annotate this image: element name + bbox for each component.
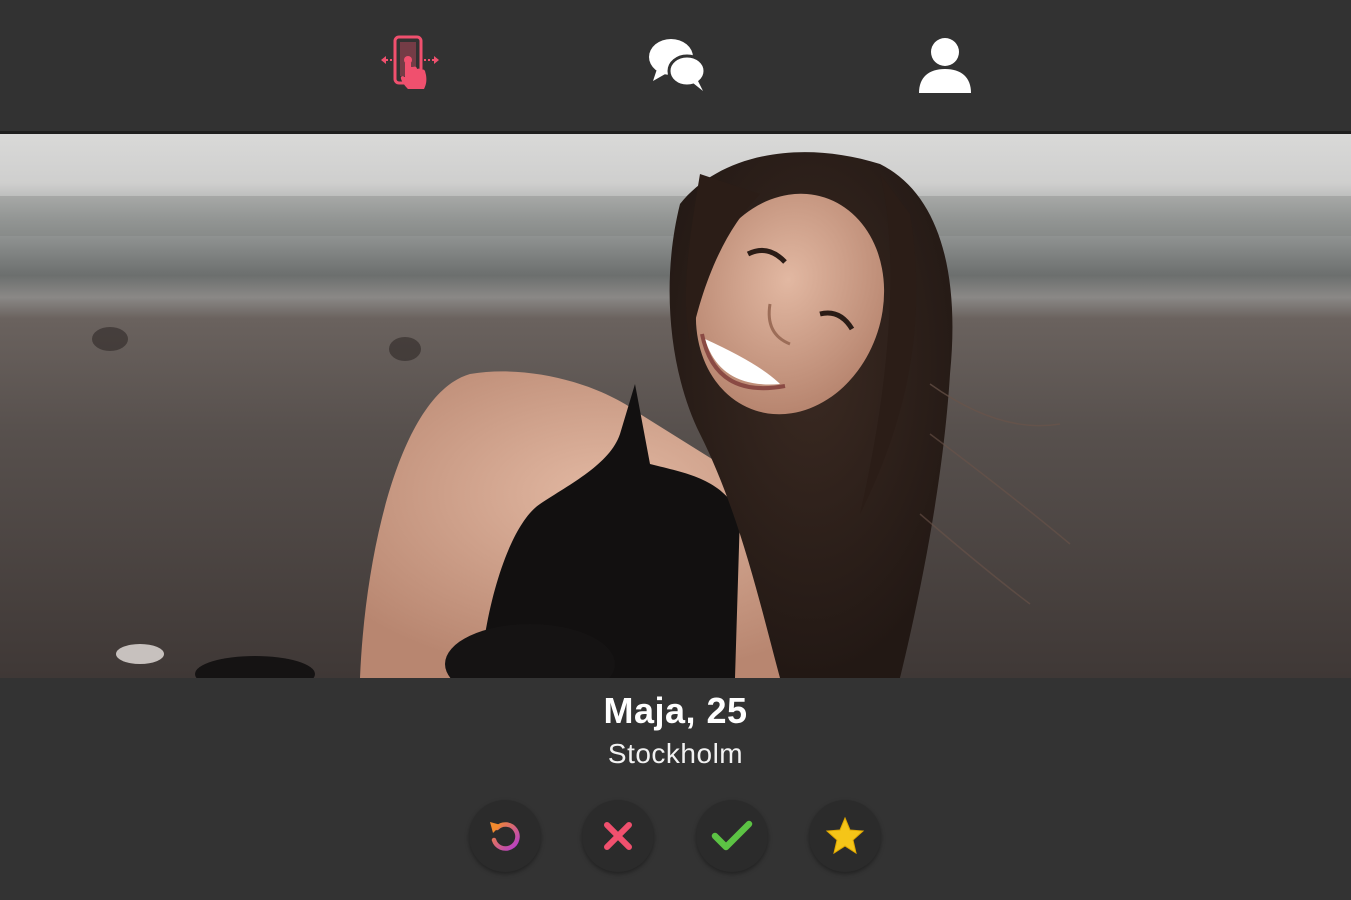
nav-swipe-button[interactable] xyxy=(378,33,442,97)
top-navigation-bar xyxy=(0,0,1351,131)
undo-icon xyxy=(490,822,520,851)
profile-photo-image xyxy=(0,134,1351,678)
undo-button[interactable] xyxy=(469,800,541,872)
app-window: Maja, 25 Stockholm xyxy=(0,0,1351,900)
swipe-phone-icon xyxy=(381,35,439,89)
chat-bubbles-icon xyxy=(649,39,707,91)
nope-button[interactable] xyxy=(582,800,654,872)
super-like-button[interactable] xyxy=(809,800,881,872)
profile-photo[interactable] xyxy=(0,134,1351,678)
nav-chat-button[interactable] xyxy=(645,33,709,97)
nav-profile-button[interactable] xyxy=(913,33,977,97)
profile-city: Stockholm xyxy=(607,738,744,769)
star-icon xyxy=(825,816,865,855)
checkmark-icon xyxy=(711,820,753,851)
profile-name-age: Maja, 25 xyxy=(603,690,748,731)
close-x-icon xyxy=(604,822,632,850)
user-profile-icon xyxy=(919,38,971,93)
like-button[interactable] xyxy=(696,800,768,872)
